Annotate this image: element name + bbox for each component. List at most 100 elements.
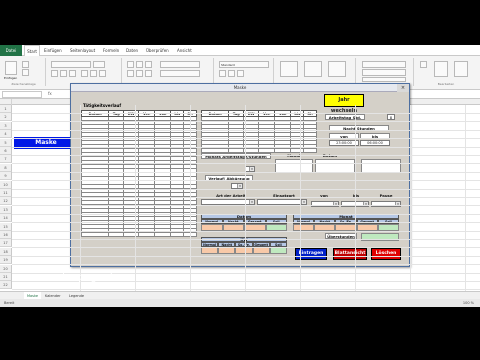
tab-ueberpruefen[interactable]: Überprüfen: [146, 45, 169, 56]
fx-icon[interactable]: fx: [48, 91, 52, 96]
close-icon[interactable]: ×: [397, 84, 409, 92]
tab-daten[interactable]: Daten: [126, 45, 138, 56]
font-size-select[interactable]: [93, 61, 105, 68]
excel-window: Datei Start Einfügen Seitenlayout Formel…: [0, 45, 480, 307]
tab-ansicht[interactable]: Ansicht: [177, 45, 192, 56]
status-bar: Bereit 100 %: [0, 299, 480, 307]
currency-icon[interactable]: [219, 70, 226, 77]
row-header[interactable]: 5: [0, 138, 12, 147]
sort-filter-icon[interactable]: [434, 61, 448, 77]
row-header[interactable]: 20: [0, 264, 12, 273]
copy-icon[interactable]: [22, 69, 29, 76]
row-header[interactable]: 2: [0, 113, 12, 122]
table-cell: [170, 232, 185, 237]
underline-icon[interactable]: [69, 70, 76, 77]
row-header[interactable]: 12: [0, 197, 12, 206]
align-top-icon[interactable]: [127, 61, 134, 68]
chevron-down-icon: ▾: [301, 200, 306, 204]
autosum-icon[interactable]: [420, 61, 427, 68]
delete-cells-button[interactable]: [362, 69, 406, 76]
name-box[interactable]: [2, 91, 42, 98]
row-header[interactable]: 9: [0, 172, 12, 181]
row-header[interactable]: 16: [0, 231, 12, 239]
ribbon-group-clipboard: Einfügen Zwischenablage: [2, 58, 46, 86]
row-header[interactable]: 3: [0, 121, 12, 130]
row-header[interactable]: 10: [0, 180, 12, 189]
frame-label: Tätigkeitsverlauf: [83, 103, 122, 108]
tab-seitenlayout[interactable]: Seitenlayout: [70, 45, 95, 56]
arbeitstag-input[interactable]: 8: [387, 114, 395, 120]
gridline: [410, 105, 411, 291]
blattansicht-button[interactable]: Blattansicht: [333, 248, 367, 260]
status-ready: Bereit: [4, 301, 15, 305]
table-cell: [200, 148, 230, 153]
format-as-table-icon[interactable]: [304, 61, 322, 77]
insert-cells-button[interactable]: [362, 61, 406, 68]
table-cell: [123, 232, 140, 237]
row-header[interactable]: 7: [0, 155, 12, 164]
find-select-icon[interactable]: [454, 61, 468, 77]
ribbon-tab-bar: Datei Start Einfügen Seitenlayout Formel…: [0, 45, 480, 56]
row-header[interactable]: 21: [0, 273, 12, 281]
paste-icon[interactable]: [5, 61, 17, 75]
cell-styles-icon[interactable]: [328, 61, 346, 77]
table-cell: [154, 232, 172, 237]
cut-icon[interactable]: [22, 61, 29, 68]
italic-icon[interactable]: [60, 70, 67, 77]
loeschen-button[interactable]: Löschen: [371, 248, 401, 260]
row-header[interactable]: 15: [0, 222, 12, 231]
row-header[interactable]: 6: [0, 147, 12, 155]
number-format-select[interactable]: Standard: [219, 61, 269, 68]
ribbon-group-number: Standard Zahl: [216, 58, 274, 86]
row-header[interactable]: 17: [0, 239, 12, 248]
row-header[interactable]: 19: [0, 256, 12, 265]
ribbon-group-font: Schriftart: [48, 58, 122, 86]
table-cell: [258, 148, 276, 153]
table-cell: [243, 148, 260, 153]
row-header[interactable]: 8: [0, 163, 12, 172]
sheet-tab-bar: Maske Kalender Legende: [0, 291, 480, 300]
gridline: [80, 105, 81, 291]
tab-start[interactable]: Start: [24, 45, 40, 56]
nacht-bis-input[interactable]: 06:00:00: [360, 140, 390, 146]
gridline: [355, 105, 356, 291]
conditional-format-icon[interactable]: [280, 61, 298, 77]
font-color-icon[interactable]: [99, 70, 106, 77]
merge-center-button[interactable]: [160, 70, 200, 77]
website-caption: www.excel-.npage.de: [12, 272, 119, 283]
table-cell: [228, 148, 245, 153]
table-cell: [303, 148, 317, 153]
ribbon-group-alignment: Ausrichtung: [124, 58, 214, 86]
align-middle-icon[interactable]: [136, 61, 143, 68]
row-header[interactable]: 14: [0, 214, 12, 223]
tab-formeln[interactable]: Formeln: [103, 45, 119, 56]
row-header[interactable]: 22: [0, 281, 12, 290]
wrap-text-button[interactable]: [160, 61, 200, 68]
table-row[interactable]: [80, 232, 197, 237]
zoom-level[interactable]: 100 %: [463, 299, 474, 307]
border-icon[interactable]: [81, 70, 88, 77]
row-header[interactable]: 13: [0, 205, 12, 214]
align-left-icon[interactable]: [127, 70, 134, 77]
font-name-select[interactable]: [51, 61, 91, 68]
row-header[interactable]: 4: [0, 130, 12, 139]
row-header[interactable]: 11: [0, 189, 12, 197]
bold-icon[interactable]: [51, 70, 58, 77]
paste-label: Einfügen: [4, 76, 18, 80]
gridline: [135, 105, 136, 291]
year-change-button[interactable]: Jahr wechseln: [324, 94, 364, 114]
file-tab[interactable]: Datei: [0, 45, 22, 56]
align-right-icon[interactable]: [145, 70, 152, 77]
align-center-icon[interactable]: [136, 70, 143, 77]
row-header[interactable]: 18: [0, 247, 12, 256]
fill-color-icon[interactable]: [90, 70, 97, 77]
table-cell: [274, 148, 292, 153]
row-header[interactable]: 1: [0, 105, 12, 113]
arbeitstag-label: Arbeitstag Std.: [325, 114, 365, 120]
art-combo[interactable]: ▾: [201, 199, 255, 205]
percent-icon[interactable]: [228, 70, 235, 77]
table-cell: [138, 232, 156, 237]
thousands-icon[interactable]: [237, 70, 244, 77]
align-bottom-icon[interactable]: [145, 61, 152, 68]
tab-einfuegen[interactable]: Einfügen: [44, 45, 62, 56]
